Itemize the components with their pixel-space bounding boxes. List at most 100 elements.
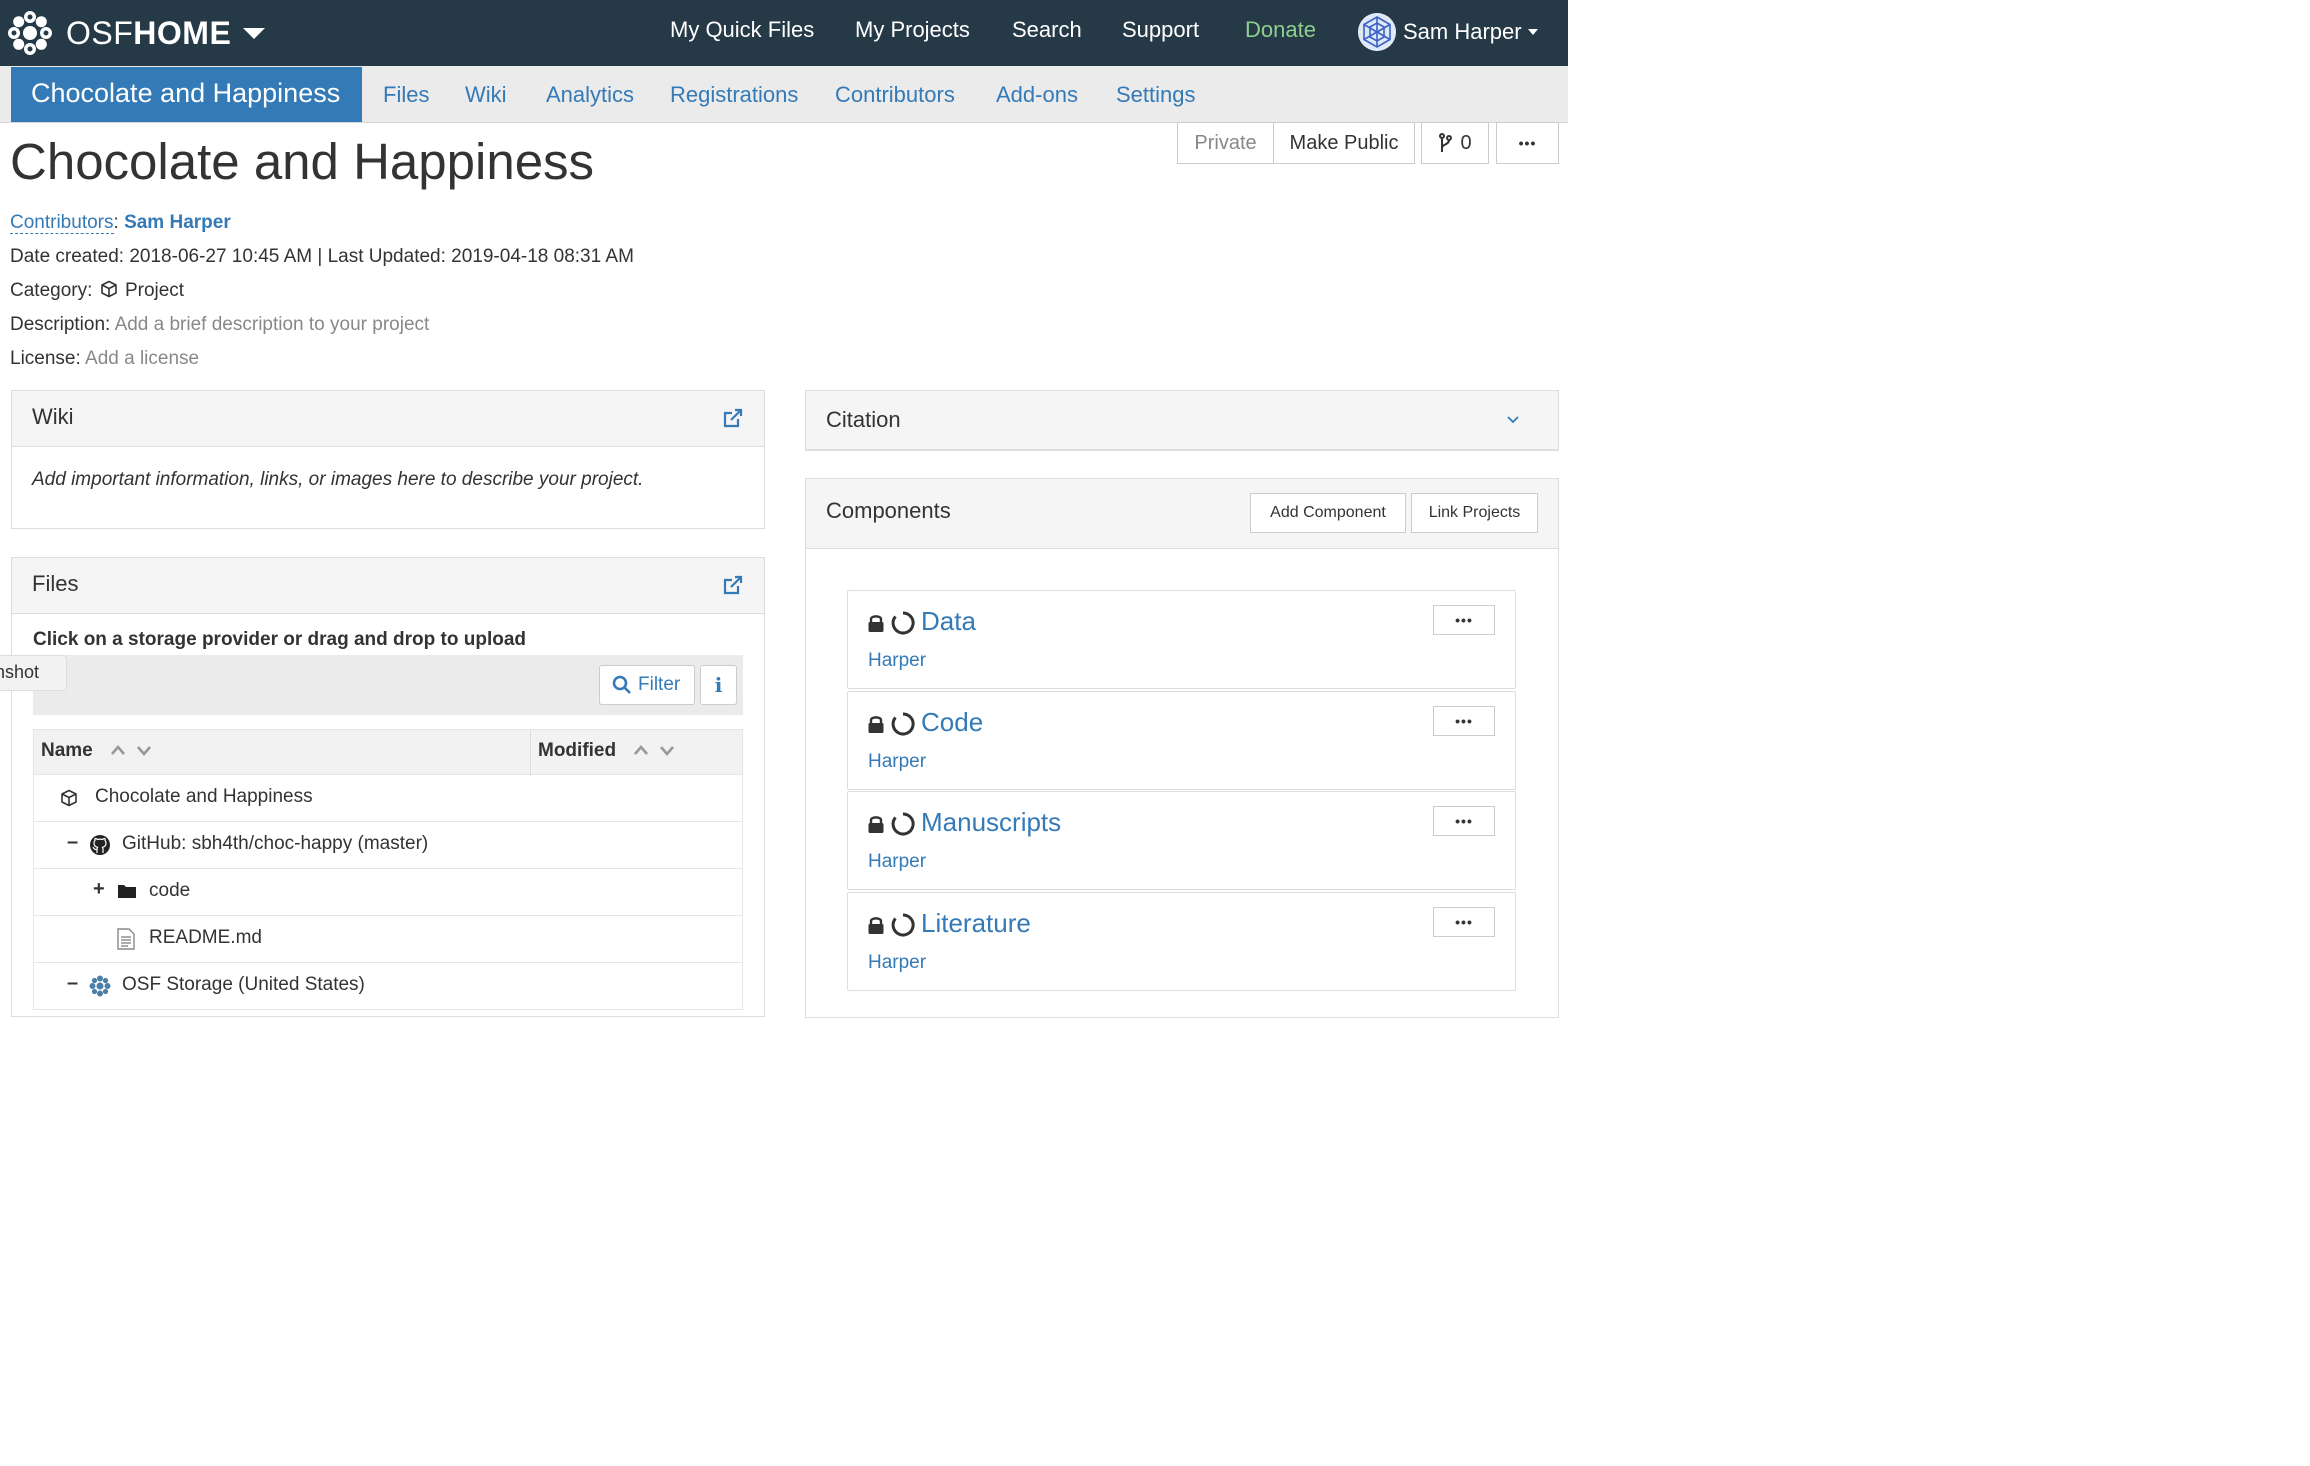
component-card-literature: Literature Harper ••• xyxy=(847,892,1516,991)
external-link-icon[interactable] xyxy=(722,407,744,429)
file-row-label: OSF Storage (United States) xyxy=(122,974,365,995)
component-card-data: Data Harper ••• xyxy=(847,590,1516,689)
component-name-link[interactable]: Code xyxy=(921,707,983,738)
files-panel: Files Click on a storage provider or dra… xyxy=(11,557,765,1017)
nav-donate[interactable]: Donate xyxy=(1245,17,1316,43)
contributors-link[interactable]: Contributors xyxy=(10,212,114,234)
tab-settings[interactable]: Settings xyxy=(1116,82,1196,108)
component-owner-link[interactable]: Harper xyxy=(868,751,926,773)
info-button[interactable]: i xyxy=(700,665,737,705)
description-label: Description: xyxy=(10,314,111,335)
caret-down-icon xyxy=(1527,29,1538,35)
info-icon: i xyxy=(714,673,723,697)
lock-icon xyxy=(868,917,884,934)
chevron-down-icon[interactable] xyxy=(1506,415,1520,425)
component-card-manuscripts: Manuscripts Harper ••• xyxy=(847,791,1516,890)
component-name-link[interactable]: Data xyxy=(921,606,976,637)
expand-toggle[interactable]: + xyxy=(93,878,105,901)
page-title: Chocolate and Happiness xyxy=(10,133,595,190)
component-name-link[interactable]: Manuscripts xyxy=(921,807,1061,838)
lock-icon xyxy=(868,816,884,833)
avatar-pattern-icon xyxy=(1358,13,1396,51)
license-label: License: xyxy=(10,348,81,369)
loading-spinner-icon xyxy=(891,712,915,736)
files-instruction: Click on a storage provider or drag and … xyxy=(33,629,526,650)
link-projects-button[interactable]: Link Projects xyxy=(1411,493,1538,533)
user-name: Sam Harper xyxy=(1403,19,1522,44)
tab-contributors[interactable]: Contributors xyxy=(835,82,955,108)
screenshot-tab[interactable]: nshot xyxy=(0,655,67,691)
wiki-panel: Wiki Add important information, links, o… xyxy=(11,390,765,529)
file-row-label: code xyxy=(149,880,191,901)
lock-icon xyxy=(868,615,884,632)
column-name-header[interactable]: Name xyxy=(41,740,93,762)
component-options-button[interactable]: ••• xyxy=(1433,907,1495,937)
tab-registrations[interactable]: Registrations xyxy=(670,82,798,108)
make-public-button[interactable]: Make Public xyxy=(1273,122,1415,164)
file-row-label: GitHub: sbh4th/choc-happy (master) xyxy=(122,833,429,854)
cube-icon xyxy=(100,280,117,298)
external-link-icon[interactable] xyxy=(722,574,744,596)
tab-project-home[interactable]: Chocolate and Happiness xyxy=(11,67,362,122)
loading-spinner-icon xyxy=(891,812,915,836)
nav-my-projects[interactable]: My Projects xyxy=(855,17,970,43)
wiki-placeholder: Add important information, links, or ima… xyxy=(32,469,644,490)
project-subnav: Chocolate and Happiness Files Wiki Analy… xyxy=(0,66,1568,123)
nav-support[interactable]: Support xyxy=(1122,17,1199,43)
category-line: Category: Project xyxy=(10,280,184,302)
license-editable[interactable]: Add a license xyxy=(85,348,199,369)
tab-wiki[interactable]: Wiki xyxy=(465,82,507,108)
components-panel-header: Components Add Component Link Projects xyxy=(806,479,1558,549)
file-row-label: Chocolate and Happiness xyxy=(95,786,313,807)
collapse-toggle[interactable]: – xyxy=(67,972,78,995)
components-panel: Components Add Component Link Projects D… xyxy=(805,478,1559,1018)
wiki-panel-header: Wiki xyxy=(12,391,764,447)
component-options-button[interactable]: ••• xyxy=(1433,605,1495,635)
files-panel-header: Files xyxy=(12,558,764,614)
contributors-separator: : xyxy=(113,212,119,233)
fork-button[interactable]: 0 xyxy=(1421,122,1489,164)
private-button[interactable]: Private xyxy=(1177,122,1274,164)
fork-count: 0 xyxy=(1460,131,1472,154)
nav-search[interactable]: Search xyxy=(1012,17,1082,43)
file-row-readme[interactable]: README.md xyxy=(33,916,743,963)
component-owner-link[interactable]: Harper xyxy=(868,851,926,873)
components-title: Components xyxy=(826,498,951,523)
component-card-code: Code Harper ••• xyxy=(847,691,1516,790)
user-menu[interactable]: Sam Harper xyxy=(1358,13,1538,51)
tab-files[interactable]: Files xyxy=(383,82,429,108)
license-line: License: Add a license xyxy=(10,348,199,370)
category-value: Project xyxy=(124,280,185,301)
sort-icon[interactable] xyxy=(110,743,156,760)
nav-my-quick-files[interactable]: My Quick Files xyxy=(670,17,814,43)
description-editable[interactable]: Add a brief description to your project xyxy=(115,314,430,335)
component-owner-link[interactable]: Harper xyxy=(868,650,926,672)
wiki-title: Wiki xyxy=(32,404,74,429)
lock-icon xyxy=(868,716,884,733)
column-divider xyxy=(530,730,531,776)
file-row-folder[interactable]: + code xyxy=(33,869,743,916)
loading-spinner-icon xyxy=(891,913,915,937)
tab-add-ons[interactable]: Add-ons xyxy=(996,82,1078,108)
contributor-link[interactable]: Sam Harper xyxy=(124,212,231,233)
citation-title: Citation xyxy=(826,407,901,432)
loading-spinner-icon xyxy=(891,611,915,635)
component-options-button[interactable]: ••• xyxy=(1433,806,1495,836)
sort-icon[interactable] xyxy=(633,743,679,760)
collapse-toggle[interactable]: – xyxy=(67,831,78,854)
file-row-label: README.md xyxy=(149,927,262,948)
file-row-github[interactable]: – GitHub: sbh4th/choc-happy (master) xyxy=(33,822,743,869)
tab-analytics[interactable]: Analytics xyxy=(546,82,634,108)
component-owner-link[interactable]: Harper xyxy=(868,952,926,974)
column-modified-header[interactable]: Modified xyxy=(538,740,616,762)
filter-button[interactable]: Filter xyxy=(599,665,695,705)
file-row-project[interactable]: Chocolate and Happiness xyxy=(33,775,743,822)
citation-panel-header[interactable]: Citation xyxy=(806,391,1558,449)
component-name-link[interactable]: Literature xyxy=(921,908,1031,939)
component-options-button[interactable]: ••• xyxy=(1433,706,1495,736)
add-component-button[interactable]: Add Component xyxy=(1250,493,1406,533)
top-navbar: OSFHOME My Quick Files My Projects Searc… xyxy=(0,0,1568,66)
citation-panel[interactable]: Citation xyxy=(805,390,1559,451)
more-options-button[interactable]: ••• xyxy=(1496,122,1559,164)
file-row-osf-storage[interactable]: – OSF Storage (United States) xyxy=(33,963,743,1010)
